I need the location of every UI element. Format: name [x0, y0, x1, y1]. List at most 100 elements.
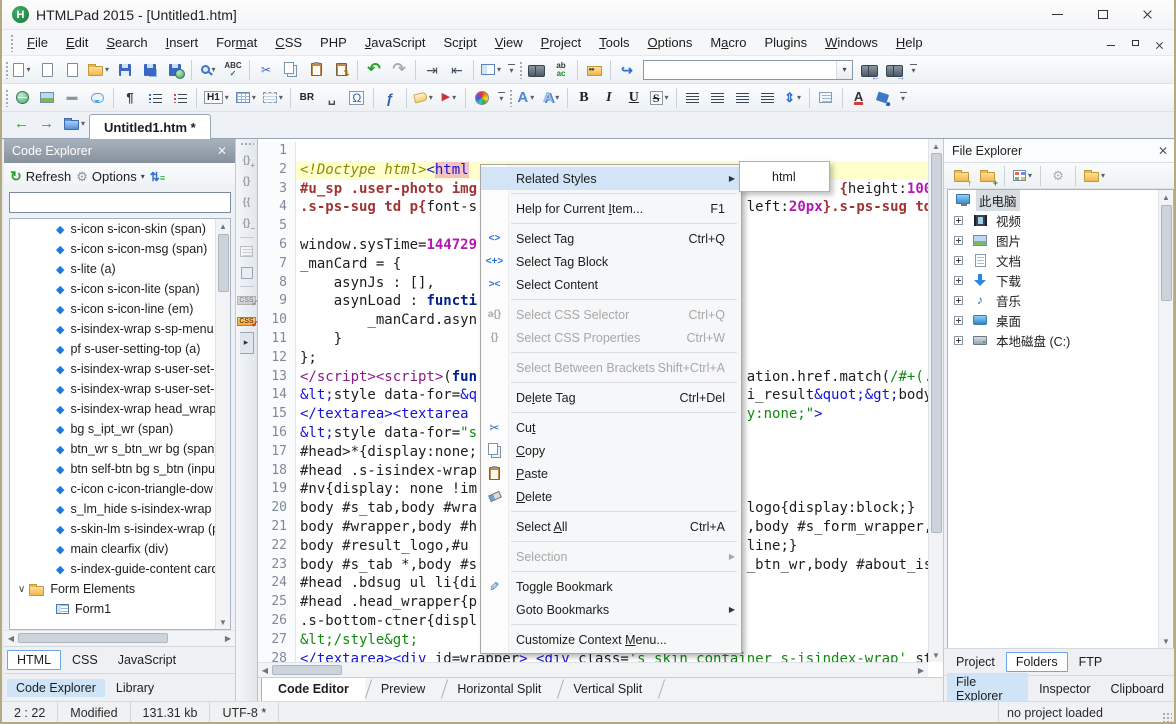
scrollbar-thumb[interactable] [1161, 205, 1172, 301]
document-restore-button[interactable] [1128, 36, 1142, 49]
code-explorer-item-form1[interactable]: Form1 [10, 599, 230, 619]
snippet-button[interactable]: ▶▾ [437, 86, 461, 110]
menu-item-copy[interactable]: Copy [481, 439, 741, 462]
save-all-button[interactable] [138, 58, 162, 82]
menu-item-paste[interactable]: Paste [481, 462, 741, 485]
code-explorer-item[interactable]: ◆s-skin-lm s-isindex-wrap (p [10, 519, 230, 539]
cut-button[interactable]: ✂ [254, 58, 278, 82]
editor-vscrollbar[interactable]: ▲ ▼ [928, 139, 943, 662]
tab-project[interactable]: Project [947, 653, 1004, 671]
properties-button[interactable] [814, 86, 838, 110]
align-left-button[interactable] [681, 86, 705, 110]
code-explorer-item[interactable]: ◆s-isindex-wrap s-user-set-m [10, 379, 230, 399]
editor-hscrollbar[interactable]: ◀ ▶ [258, 662, 928, 677]
new-from-template-button[interactable] [35, 58, 59, 82]
tab-file-explorer[interactable]: File Explorer [947, 673, 1028, 705]
code-explorer-item[interactable]: ◆s_lm_hide s-isindex-wrap (d [10, 499, 230, 519]
fill-color-button[interactable] [872, 86, 896, 110]
edit-file-button[interactable] [60, 58, 84, 82]
related-styles-submenu-item-html[interactable]: html [740, 170, 796, 184]
paste-code-button[interactable] [329, 58, 353, 82]
expand-icon[interactable] [954, 316, 963, 325]
scrollbar-thumb[interactable] [272, 665, 342, 675]
tab-untitled1[interactable]: Untitled1.htm * [89, 114, 211, 139]
save-button[interactable] [113, 58, 137, 82]
close-button[interactable] [1125, 0, 1170, 29]
open-file-button[interactable]: ▾ [85, 58, 112, 82]
redo-button[interactable]: ↷ [387, 58, 411, 82]
comment-button[interactable] [85, 86, 109, 110]
file-explorer-item[interactable]: 图片 [948, 230, 1173, 250]
menu-item-select-tag-block[interactable]: <+>Select Tag Block [481, 250, 741, 273]
menu-item-select-all[interactable]: Select AllCtrl+A [481, 515, 741, 538]
menu-view[interactable]: View [486, 32, 532, 53]
file-explorer-item[interactable]: 此电脑 [948, 190, 1173, 210]
image-button[interactable] [35, 86, 59, 110]
code-explorer-item[interactable]: ◆s-icon s-icon-skin (span) [10, 219, 230, 239]
horizontal-rule-button[interactable]: ▬ [60, 86, 84, 110]
align-center-button[interactable] [706, 86, 730, 110]
underline-button[interactable]: U [622, 86, 646, 110]
color-swatch-button[interactable] [236, 262, 257, 283]
collapse-icon[interactable]: ∨ [18, 584, 25, 595]
tab-javascript[interactable]: JavaScript [109, 651, 185, 669]
menu-item-toggle-bookmark[interactable]: ✎Toggle Bookmark [481, 575, 741, 598]
code-explorer-item[interactable]: ◆c-icon c-icon-triangle-dow [10, 479, 230, 499]
menu-item-help-for-current-item[interactable]: Help for Current Item...F1 [481, 197, 741, 220]
expand-icon[interactable] [954, 236, 963, 245]
tag-button[interactable]: ▾ [411, 86, 436, 110]
scroll-up-icon[interactable]: ▲ [932, 139, 940, 153]
expand-icon[interactable] [954, 276, 963, 285]
tab-ftp[interactable]: FTP [1070, 653, 1112, 671]
paste-button[interactable] [304, 58, 328, 82]
view-tab-preview[interactable]: Preview [365, 678, 441, 701]
bullet-list-button[interactable] [143, 86, 167, 110]
toolbar-overflow-button[interactable]: ▾ [495, 87, 508, 109]
code-explorer-vscrollbar[interactable]: ▲ ▼ [215, 219, 230, 629]
code-explorer-item[interactable]: ◆bg s_ipt_wr (span) [10, 419, 230, 439]
layout-button[interactable]: ▾ [478, 58, 504, 82]
search-term-combobox[interactable]: ▾ [643, 60, 853, 80]
file-explorer-item[interactable]: 视频 [948, 210, 1173, 230]
tab-folders[interactable]: Folders [1006, 652, 1068, 672]
menu-insert[interactable]: Insert [157, 32, 208, 53]
menu-windows[interactable]: Windows [816, 32, 887, 53]
menubar-grip[interactable] [10, 34, 14, 52]
toolbar-overflow-button[interactable]: ▾ [505, 59, 518, 81]
file-explorer-item[interactable]: 文档 [948, 250, 1173, 270]
nav-forward-icon[interactable]: → [39, 116, 54, 131]
color-picker-button[interactable] [470, 86, 494, 110]
strikethrough-button[interactable]: S▾ [647, 86, 672, 110]
line-spacing-button[interactable]: ⇕▾ [781, 86, 805, 110]
scroll-left-icon[interactable]: ◀ [258, 666, 272, 675]
menu-css[interactable]: CSS [266, 32, 311, 53]
scroll-down-icon[interactable]: ▼ [932, 648, 940, 662]
code-explorer-item[interactable]: ◆s-icon s-icon-lite (span) [10, 279, 230, 299]
code-explorer-item[interactable]: ◆s-isindex-wrap s-sp-menu ( [10, 319, 230, 339]
remove-braces-button[interactable]: {}− [236, 213, 257, 234]
file-explorer-item[interactable]: 下载 [948, 270, 1173, 290]
resize-grip[interactable] [1162, 712, 1172, 722]
toolbar-grip[interactable] [5, 61, 9, 79]
nav-back-icon[interactable]: ← [14, 116, 29, 131]
menu-javascript[interactable]: JavaScript [356, 32, 435, 53]
collapse-sidebar-button[interactable]: ▸ [236, 332, 257, 353]
code-explorer-filter-input[interactable] [9, 192, 231, 213]
scrollbar-thumb[interactable] [218, 234, 229, 292]
find-previous-button[interactable]: ← [857, 58, 881, 82]
file-explorer-item[interactable]: 本地磁盘 (C:) [948, 330, 1173, 350]
form-button[interactable]: ▾ [260, 86, 286, 110]
font-color-button[interactable]: A [847, 86, 871, 110]
file-explorer-item[interactable]: 桌面 [948, 310, 1173, 330]
document-close-button[interactable] [1152, 36, 1166, 55]
code-line-1[interactable]: 1 [258, 142, 928, 161]
code-explorer-item[interactable]: ◆s-isindex-wrap s-user-set-m [10, 359, 230, 379]
menu-project[interactable]: Project [532, 32, 590, 53]
open-documents-button[interactable]: ▾ [64, 117, 85, 130]
outdent-button[interactable]: ⇤ [445, 58, 469, 82]
search-button[interactable]: ▾ [196, 58, 220, 82]
find-button[interactable] [524, 58, 548, 82]
heading-button[interactable]: H1▾ [201, 86, 232, 110]
sort-button[interactable]: ⇅≡ [150, 170, 165, 184]
new-file-button[interactable]: ▾ [10, 58, 34, 82]
